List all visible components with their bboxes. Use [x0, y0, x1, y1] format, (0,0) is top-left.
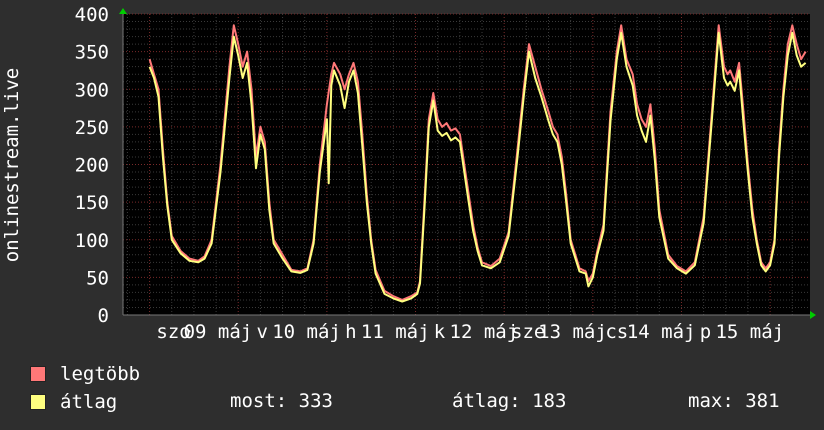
- x-ticks: szo09 máj v 10 máj h 11 máj k 12 májsze13 májc…: [156, 321, 784, 343]
- x-tick-label: cs: [605, 321, 628, 343]
- y-tick-label: 300: [75, 79, 109, 101]
- avg-swatch-icon: [30, 394, 46, 410]
- x-tick-label: 09 máj: [184, 321, 253, 343]
- stat-avg: átlag: 183: [452, 390, 567, 412]
- y-tick-label: 350: [75, 42, 109, 64]
- x-tick-label: 13 máj: [538, 321, 607, 343]
- max-swatch-icon: [30, 366, 46, 382]
- y-tick-label: 100: [75, 230, 109, 252]
- y-tick-label: 50: [86, 267, 109, 289]
- legend-avg: átlag: [30, 388, 117, 416]
- x-tick-label: 15 máj: [715, 321, 784, 343]
- y-tick-label: 0: [98, 305, 109, 327]
- stat-now: most: 333: [230, 390, 333, 412]
- y-tick-label: 150: [75, 192, 109, 214]
- legend-avg-label: átlag: [60, 391, 118, 413]
- y-ticks: 0 50 100 150 200 250 300 350 400: [75, 4, 109, 327]
- x-tick-label: 11 máj: [361, 321, 430, 343]
- y-tick-label: 400: [75, 4, 109, 26]
- x-tick-label: 10 máj: [272, 321, 341, 343]
- y-tick-label: 200: [75, 155, 109, 177]
- y-axis-label: onlinestream.live: [1, 68, 23, 262]
- x-tick-label: p: [700, 321, 711, 343]
- x-tick-label: 12 máj: [450, 321, 519, 343]
- legend-max: legtöbb: [30, 360, 140, 388]
- y-tick-label: 250: [75, 117, 109, 139]
- y-axis-arrow-icon: [119, 8, 127, 14]
- stat-max: max: 381: [688, 390, 780, 412]
- x-tick-label: h: [345, 321, 356, 343]
- legend-max-label: legtöbb: [60, 363, 141, 385]
- x-tick-label: 14 máj: [627, 321, 696, 343]
- x-tick-label: k: [434, 321, 446, 343]
- x-tick-label: v: [257, 321, 268, 343]
- x-axis-arrow-icon: [810, 311, 816, 319]
